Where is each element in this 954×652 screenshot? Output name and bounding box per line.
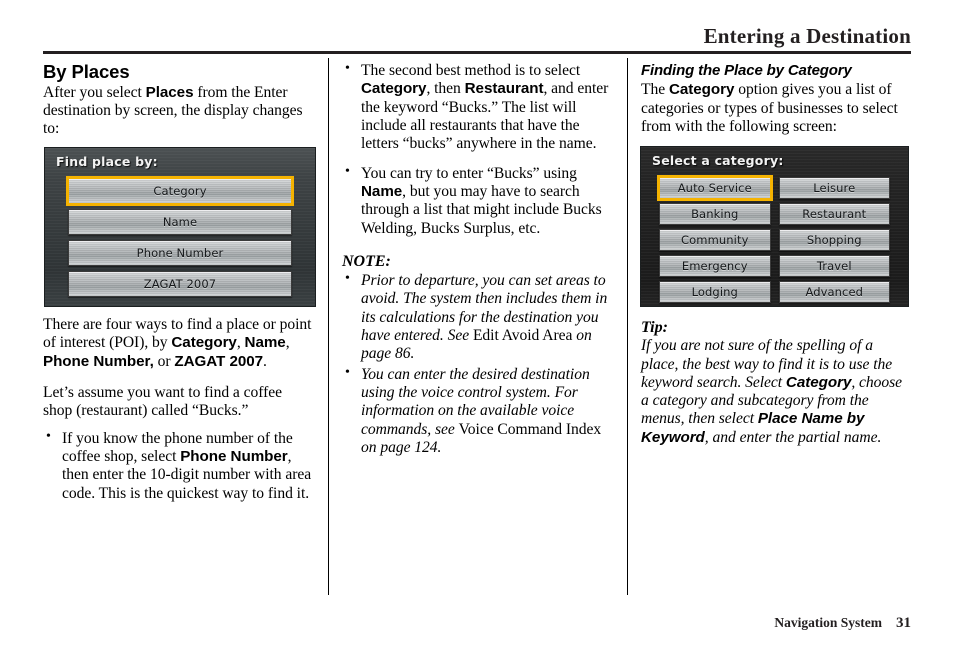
sep: , [236, 334, 245, 352]
nav-button-label: Lodging [691, 285, 738, 299]
nav-button-restaurant[interactable]: Restaurant [778, 203, 890, 225]
nav-button-zagat-2007[interactable]: ZAGAT 2007 [68, 271, 292, 297]
screenshot-find-place-by: Find place by: Category Name Phone Numbe… [44, 147, 316, 307]
nav-button-auto-service[interactable]: Auto Service [657, 175, 773, 201]
tip-heading: Tip: [641, 319, 668, 336]
intro-bold-places: Places [145, 83, 194, 101]
nav-button-label: Travel [816, 259, 852, 273]
nav-display-find-place-by: Find place by: Category Name Phone Numbe… [44, 147, 316, 307]
page-footer: Navigation System 31 [774, 615, 911, 632]
header-rule [43, 51, 911, 54]
bold-name: Name [361, 182, 403, 200]
nav-button-label: Name [162, 215, 198, 229]
list-item: If you know the phone number of the coff… [43, 429, 313, 503]
nav-button-name[interactable]: Name [68, 209, 292, 235]
reference-edit-avoid-area: Edit Avoid Area [472, 326, 573, 344]
reference-voice-command-index: Voice Command Index [458, 420, 602, 438]
nav-button-lodging[interactable]: Lodging [659, 281, 771, 303]
note-heading: NOTE: [342, 252, 391, 270]
footer-label: Navigation System [774, 615, 882, 630]
tip-paragraph: If you are not sure of the spelling of a… [641, 337, 911, 447]
bold-zagat-2007: ZAGAT 2007 [174, 352, 264, 370]
screenshot-select-a-category: Select a category: Auto Service Leisure … [640, 146, 909, 307]
assume-paragraph: Let’s assume you want to find a coffee s… [43, 383, 283, 420]
tip-text-post: , and enter the partial name. [704, 428, 882, 446]
intro-text-pre: The [641, 81, 669, 99]
bold-phone-number: Phone Number, [43, 352, 154, 370]
nav-button-label: Restaurant [802, 207, 867, 221]
bullet-text-pre: You can try to enter “Bucks” using [361, 164, 577, 182]
page-number: 31 [896, 615, 911, 631]
column-2: The second best method is to select Cate… [342, 61, 614, 459]
nav-button-label: Phone Number [136, 246, 224, 260]
section-heading-finding-place-by-category: Finding the Place by Category [641, 62, 852, 79]
note-text-post: on page 124. [361, 438, 442, 456]
column-1-lower: There are four ways to find a place or p… [43, 316, 313, 503]
column-3-lower: Tip: If you are not sure of the spelling… [641, 318, 911, 447]
list-item: You can try to enter “Bucks” using Name,… [342, 164, 614, 238]
bold-name: Name [244, 334, 286, 352]
column-2-bullet-list: The second best method is to select Cate… [342, 61, 614, 238]
manual-page: Entering a Destination By Places After y… [0, 0, 954, 652]
nav-button-label: Category [153, 184, 207, 198]
bold-category: Category [785, 373, 852, 391]
nav-button-label: Banking [691, 207, 739, 221]
bullet-text-mid: , then [426, 80, 465, 98]
column-1: By Places After you select Places from t… [43, 61, 313, 139]
intro-paragraph: After you select Places from the Enter d… [43, 84, 313, 139]
nav-button-advanced[interactable]: Advanced [778, 281, 890, 303]
bold-phone-number: Phone Number [180, 447, 288, 465]
sep: . [263, 352, 267, 370]
column-divider-2 [627, 58, 628, 595]
nav-button-shopping[interactable]: Shopping [778, 229, 890, 251]
nav-button-community[interactable]: Community [659, 229, 771, 251]
nav-button-phone-number[interactable]: Phone Number [68, 240, 292, 266]
nav-button-label: ZAGAT 2007 [143, 277, 217, 291]
note-list: Prior to departure, you can set areas to… [342, 271, 614, 458]
sep: or [153, 352, 175, 370]
list-item: Prior to departure, you can set areas to… [342, 271, 614, 364]
nav-button-list: Category Name Phone Number ZAGAT 2007 [66, 176, 294, 302]
bullet-text-pre: The second best method is to select [361, 62, 581, 79]
page-header-title: Entering a Destination [703, 24, 911, 48]
nav-button-label: Shopping [806, 233, 862, 247]
nav-button-banking[interactable]: Banking [659, 203, 771, 225]
column-1-bullet-list: If you know the phone number of the coff… [43, 429, 313, 503]
nav-button-label: Emergency [681, 259, 748, 273]
list-item: You can enter the desired destination us… [342, 365, 614, 458]
column-divider-1 [328, 58, 329, 595]
nav-button-label: Community [681, 233, 749, 247]
bold-category: Category [171, 334, 237, 352]
nav-category-grid: Auto Service Leisure Banking Restaurant … [657, 175, 890, 306]
nav-screen-title: Find place by: [56, 154, 158, 169]
nav-button-category[interactable]: Category [66, 176, 294, 206]
nav-display-select-category: Select a category: Auto Service Leisure … [640, 146, 909, 307]
nav-button-travel[interactable]: Travel [778, 255, 890, 277]
column-3: Finding the Place by Category The Catego… [641, 62, 911, 136]
category-intro-paragraph: The Category option gives you a list of … [641, 81, 911, 136]
bold-category: Category [668, 81, 735, 99]
nav-button-leisure[interactable]: Leisure [778, 177, 890, 199]
sep: , [285, 334, 290, 352]
nav-button-label: Advanced [805, 285, 864, 299]
bold-restaurant: Restaurant [464, 80, 544, 98]
nav-button-label: Auto Service [677, 181, 752, 195]
nav-screen-title: Select a category: [652, 153, 784, 168]
nav-button-label: Leisure [813, 181, 856, 195]
nav-button-emergency[interactable]: Emergency [659, 255, 771, 277]
four-ways-paragraph: There are four ways to find a place or p… [43, 316, 313, 371]
list-item: The second best method is to select Cate… [342, 61, 614, 154]
intro-text-pre: After you select [43, 83, 146, 101]
bold-category: Category [361, 80, 427, 98]
section-heading-by-places: By Places [43, 61, 130, 82]
